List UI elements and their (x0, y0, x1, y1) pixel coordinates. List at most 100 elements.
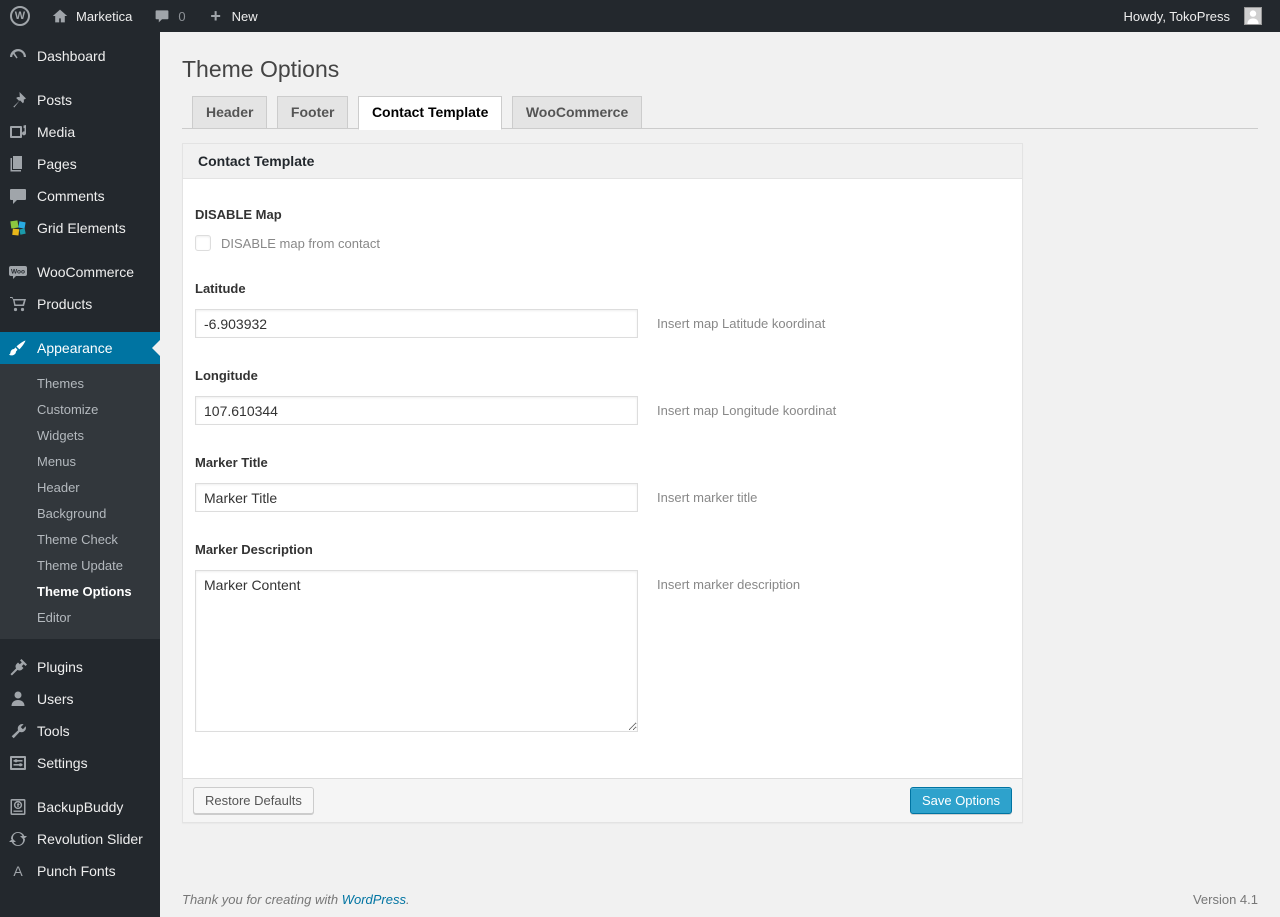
sidebar-item-media[interactable]: Media (0, 116, 160, 148)
latitude-help-text: Insert map Latitude koordinat (657, 316, 826, 331)
marker-title-help-text: Insert marker title (657, 490, 758, 505)
sidebar-item-pages[interactable]: Pages (0, 148, 160, 180)
sidebar-item-label: Users (37, 691, 74, 707)
my-account-menu[interactable]: Howdy, TokoPress (1114, 0, 1272, 32)
submenu-item-header[interactable]: Header (0, 475, 160, 501)
sidebar-item-punch-fonts[interactable]: A Punch Fonts (0, 855, 160, 887)
punch-fonts-icon: A (13, 863, 23, 879)
comments-bubble[interactable]: 0 (142, 0, 195, 32)
settings-icon (8, 753, 28, 773)
sidebar-item-posts[interactable]: Posts (0, 84, 160, 116)
marker-description-help-text: Insert marker description (657, 577, 801, 592)
sidebar-item-label: Products (37, 296, 93, 312)
sidebar-item-settings[interactable]: Settings (0, 747, 160, 779)
marker-description-textarea[interactable]: Marker Content (195, 570, 638, 732)
submenu-item-background[interactable]: Background (0, 501, 160, 527)
sidebar-item-plugins[interactable]: Plugins (0, 651, 160, 683)
latitude-label: Latitude (195, 281, 246, 296)
sidebar-item-revolution-slider[interactable]: Revolution Slider (0, 823, 160, 855)
sidebar-item-label: Grid Elements (37, 220, 126, 236)
submenu-item-menus[interactable]: Menus (0, 449, 160, 475)
sidebar-item-products[interactable]: Products (0, 288, 160, 320)
tab-woocommerce[interactable]: WooCommerce (511, 96, 643, 128)
longitude-help-text: Insert map Longitude koordinat (657, 403, 837, 418)
marker-title-field: Marker Title Insert marker title (195, 455, 1010, 512)
submenu-item-themes[interactable]: Themes (0, 371, 160, 397)
tab-footer[interactable]: Footer (276, 96, 349, 128)
submenu-item-customize[interactable]: Customize (0, 397, 160, 423)
save-options-button[interactable]: Save Options (909, 787, 1012, 814)
plug-icon (8, 657, 28, 677)
admin-sidebar: Dashboard Posts Media Pages Comments Gri… (0, 32, 160, 917)
sidebar-item-grid-elements[interactable]: Grid Elements (0, 212, 160, 244)
panel-body: DISABLE Map DISABLE map from contact Lat… (183, 179, 1022, 778)
sidebar-item-label: BackupBuddy (37, 799, 124, 815)
howdy-text: Howdy, TokoPress (1123, 8, 1230, 24)
wordpress-link[interactable]: WordPress (342, 892, 406, 907)
disable-map-checkbox[interactable] (195, 235, 211, 251)
restore-defaults-button[interactable]: Restore Defaults (193, 787, 314, 814)
latitude-field: Latitude Insert map Latitude koordinat (195, 281, 1010, 338)
sidebar-item-woocommerce[interactable]: Woo WooCommerce (0, 256, 160, 288)
sidebar-item-label: Revolution Slider (37, 831, 143, 847)
menu-separator (0, 244, 160, 256)
new-content-menu[interactable]: + New (196, 0, 268, 32)
footer-thanks: Thank you for creating with WordPress. (182, 892, 410, 907)
submenu-item-theme-options[interactable]: Theme Options (0, 579, 160, 605)
pages-icon (8, 154, 28, 174)
sidebar-item-users[interactable]: Users (0, 683, 160, 715)
wordpress-logo-icon: W (10, 6, 30, 26)
longitude-label: Longitude (195, 368, 258, 383)
sidebar-item-label: Settings (37, 755, 88, 771)
submenu-item-theme-update[interactable]: Theme Update (0, 553, 160, 579)
submenu-item-theme-check[interactable]: Theme Check (0, 527, 160, 553)
cart-icon (8, 294, 28, 314)
sidebar-item-comments[interactable]: Comments (0, 180, 160, 212)
paintbrush-icon (8, 338, 28, 358)
comments-icon (8, 186, 28, 206)
submenu-item-editor[interactable]: Editor (0, 605, 160, 631)
sidebar-item-label: Dashboard (37, 48, 106, 64)
appearance-submenu: Themes Customize Widgets Menus Header Ba… (0, 364, 160, 639)
sidebar-item-label: Tools (37, 723, 70, 739)
sidebar-item-dashboard[interactable]: Dashboard (0, 40, 160, 72)
disable-map-field: DISABLE Map DISABLE map from contact (195, 207, 1010, 251)
panel-title: Contact Template (183, 144, 1022, 179)
backupbuddy-icon (8, 797, 28, 817)
latitude-input[interactable] (195, 309, 638, 338)
sidebar-item-label: Pages (37, 156, 77, 172)
comment-count: 0 (178, 8, 186, 24)
site-name: Marketica (76, 8, 133, 24)
disable-map-checkbox-label[interactable]: DISABLE map from contact (221, 236, 380, 251)
menu-separator (0, 779, 160, 791)
version-text: Version 4.1 (1192, 892, 1258, 907)
panel-footer: Restore Defaults Save Options (183, 778, 1022, 822)
pushpin-icon (8, 90, 28, 110)
sidebar-item-tools[interactable]: Tools (0, 715, 160, 747)
menu-separator (0, 72, 160, 84)
thanks-suffix: . (406, 892, 410, 907)
longitude-input[interactable] (195, 396, 638, 425)
sidebar-item-backupbuddy[interactable]: BackupBuddy (0, 791, 160, 823)
wordpress-menu[interactable]: W (0, 0, 40, 32)
sidebar-item-label: Media (37, 124, 76, 140)
sidebar-item-label: WooCommerce (37, 264, 134, 280)
tab-header[interactable]: Header (192, 96, 268, 128)
marker-title-input[interactable] (195, 483, 638, 512)
contact-template-panel: Contact Template DISABLE Map DISABLE map… (182, 143, 1023, 823)
wrench-icon (8, 721, 28, 741)
page-footer: Thank you for creating with WordPress. V… (182, 892, 1258, 907)
submenu-item-widgets[interactable]: Widgets (0, 423, 160, 449)
comment-icon (152, 6, 172, 26)
main-content: Theme Options Header Footer Contact Temp… (160, 32, 1280, 917)
sidebar-item-appearance[interactable]: Appearance (0, 332, 160, 364)
new-label: New (231, 8, 258, 24)
woocommerce-icon: Woo (8, 262, 28, 282)
plus-icon: + (210, 5, 221, 26)
site-link[interactable]: Marketica (40, 0, 142, 32)
sidebar-item-label: Punch Fonts (37, 863, 116, 879)
page-title: Theme Options (182, 56, 340, 82)
tab-contact-template[interactable]: Contact Template (357, 96, 503, 130)
sidebar-item-label: Plugins (37, 659, 83, 675)
disable-map-label: DISABLE Map (195, 207, 282, 222)
